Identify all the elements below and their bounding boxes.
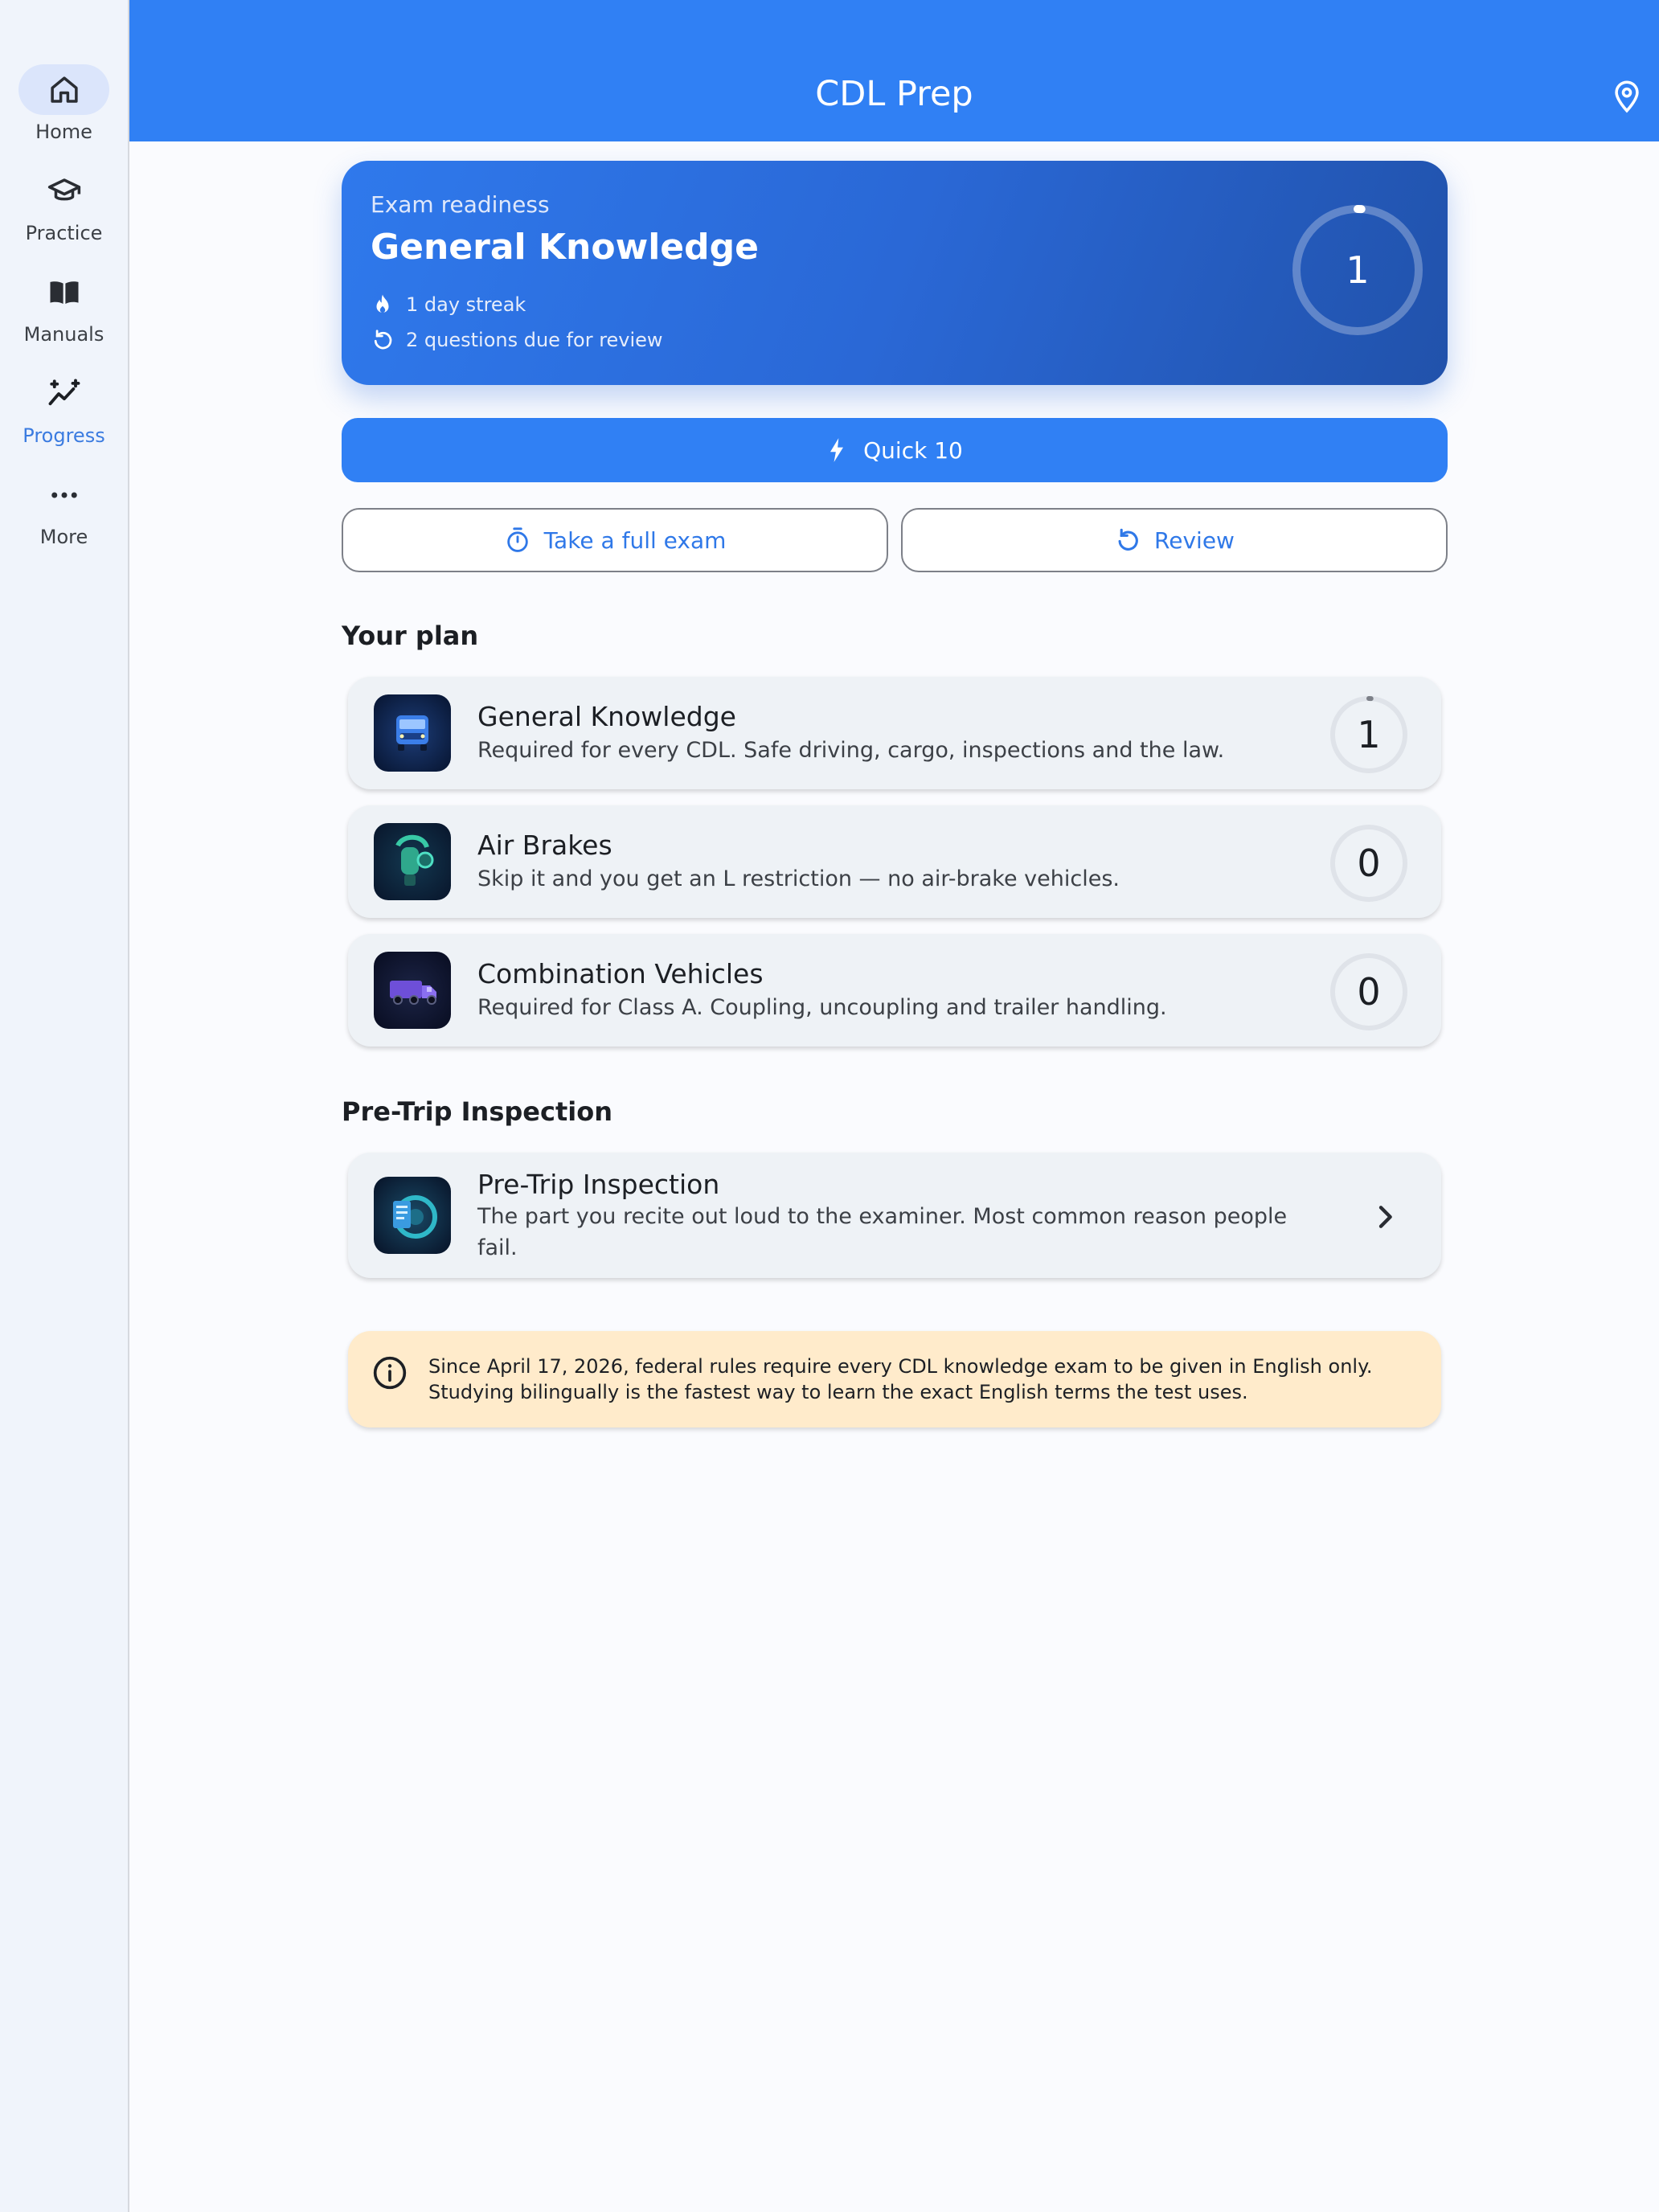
plan-progress-ring: 1	[1329, 694, 1409, 775]
plan-score: 0	[1357, 970, 1381, 1014]
nav-progress[interactable]: Progress	[0, 368, 128, 457]
app-bar: CDL Prep	[129, 0, 1659, 141]
nav-more[interactable]: More	[0, 469, 128, 558]
pretrip-title: Pre-Trip Inspection	[477, 1169, 720, 1200]
nav-home[interactable]: Home	[0, 64, 128, 153]
book-icon	[50, 281, 78, 304]
truck-front-icon	[374, 694, 451, 772]
plan-score: 0	[1357, 842, 1381, 885]
info-icon	[373, 1356, 407, 1390]
pretrip-description: The part you recite out loud to the exam…	[477, 1204, 1288, 1260]
plan-score: 1	[1357, 713, 1381, 756]
nav-more-icon-wrap	[18, 469, 109, 520]
nav-practice-label: Practice	[25, 222, 103, 244]
plan-card-description: Required for Class A. Coupling, uncoupli…	[477, 995, 1167, 1020]
plan-card-title: Air Brakes	[477, 830, 612, 861]
plan-card-description: Required for every CDL. Safe driving, ca…	[477, 738, 1225, 763]
more-horizontal-icon	[51, 492, 77, 498]
readiness-progress-ring: 1	[1290, 203, 1425, 338]
quick-10-button[interactable]: Quick 10	[342, 418, 1448, 482]
home-icon	[50, 76, 78, 103]
plan-card-general-knowledge[interactable]: General Knowledge Required for every CDL…	[348, 677, 1441, 789]
quick-10-label: Quick 10	[863, 436, 963, 464]
nav-progress-label: Progress	[23, 424, 105, 447]
flame-icon	[376, 294, 389, 313]
nav-manuals-icon-wrap	[18, 267, 109, 317]
nav-progress-icon-wrap	[18, 368, 109, 419]
streak-text: 1 day streak	[406, 293, 526, 316]
review-button[interactable]: Review	[901, 508, 1448, 572]
chevron-right-icon	[1369, 1201, 1401, 1233]
lightning-icon	[830, 438, 844, 462]
replay-icon	[1118, 528, 1138, 551]
plan-progress-ring: 0	[1329, 952, 1409, 1032]
plan-card-combination-vehicles[interactable]: Combination Vehicles Required for Class …	[348, 934, 1441, 1047]
pretrip-heading: Pre-Trip Inspection	[342, 1096, 612, 1127]
app-title: CDL Prep	[815, 74, 973, 114]
nav-home-label: Home	[35, 121, 92, 143]
timer-icon	[506, 527, 528, 552]
air-brake-icon	[374, 823, 451, 900]
plan-card-air-brakes[interactable]: Air Brakes Skip it and you get an L rest…	[348, 805, 1441, 918]
location-pin-icon	[1615, 80, 1639, 113]
review-due-row: 2 questions due for review	[371, 328, 663, 352]
navigation-rail: Home Practice Manuals Progress More	[0, 0, 129, 2212]
tractor-trailer-icon	[374, 952, 451, 1029]
review-due-text: 2 questions due for review	[406, 329, 663, 351]
plan-heading: Your plan	[342, 621, 479, 651]
review-label: Review	[1154, 526, 1235, 554]
readiness-score: 1	[1346, 248, 1370, 292]
exam-readiness-card[interactable]: Exam readiness General Knowledge 1 day s…	[342, 161, 1448, 385]
readiness-title: General Knowledge	[371, 227, 759, 268]
plan-card-title: Combination Vehicles	[477, 958, 764, 989]
location-button[interactable]	[1608, 77, 1646, 116]
nav-manuals[interactable]: Manuals	[0, 267, 128, 355]
full-exam-label: Take a full exam	[543, 526, 727, 554]
plan-card-description: Skip it and you get an L restriction — n…	[477, 866, 1120, 891]
readiness-kicker: Exam readiness	[371, 191, 550, 218]
nav-more-label: More	[39, 526, 88, 548]
full-exam-button[interactable]: Take a full exam	[342, 508, 888, 572]
notice-text: Since April 17, 2026, federal rules requ…	[428, 1355, 1373, 1403]
pretrip-card[interactable]: Pre-Trip Inspection The part you recite …	[348, 1153, 1441, 1278]
nav-practice[interactable]: Practice	[0, 166, 128, 254]
streak-row: 1 day streak	[371, 293, 526, 317]
nav-practice-icon-wrap	[18, 166, 109, 216]
plan-card-title: General Knowledge	[477, 701, 736, 732]
graduation-cap-icon	[47, 178, 80, 200]
nav-manuals-label: Manuals	[23, 323, 104, 346]
replay-icon	[374, 330, 392, 350]
english-only-notice: Since April 17, 2026, federal rules requ…	[348, 1331, 1441, 1428]
inspection-clipboard-icon	[374, 1177, 451, 1254]
trending-sparkle-icon	[48, 378, 80, 405]
plan-progress-ring: 0	[1329, 823, 1409, 903]
nav-home-indicator	[18, 64, 109, 115]
